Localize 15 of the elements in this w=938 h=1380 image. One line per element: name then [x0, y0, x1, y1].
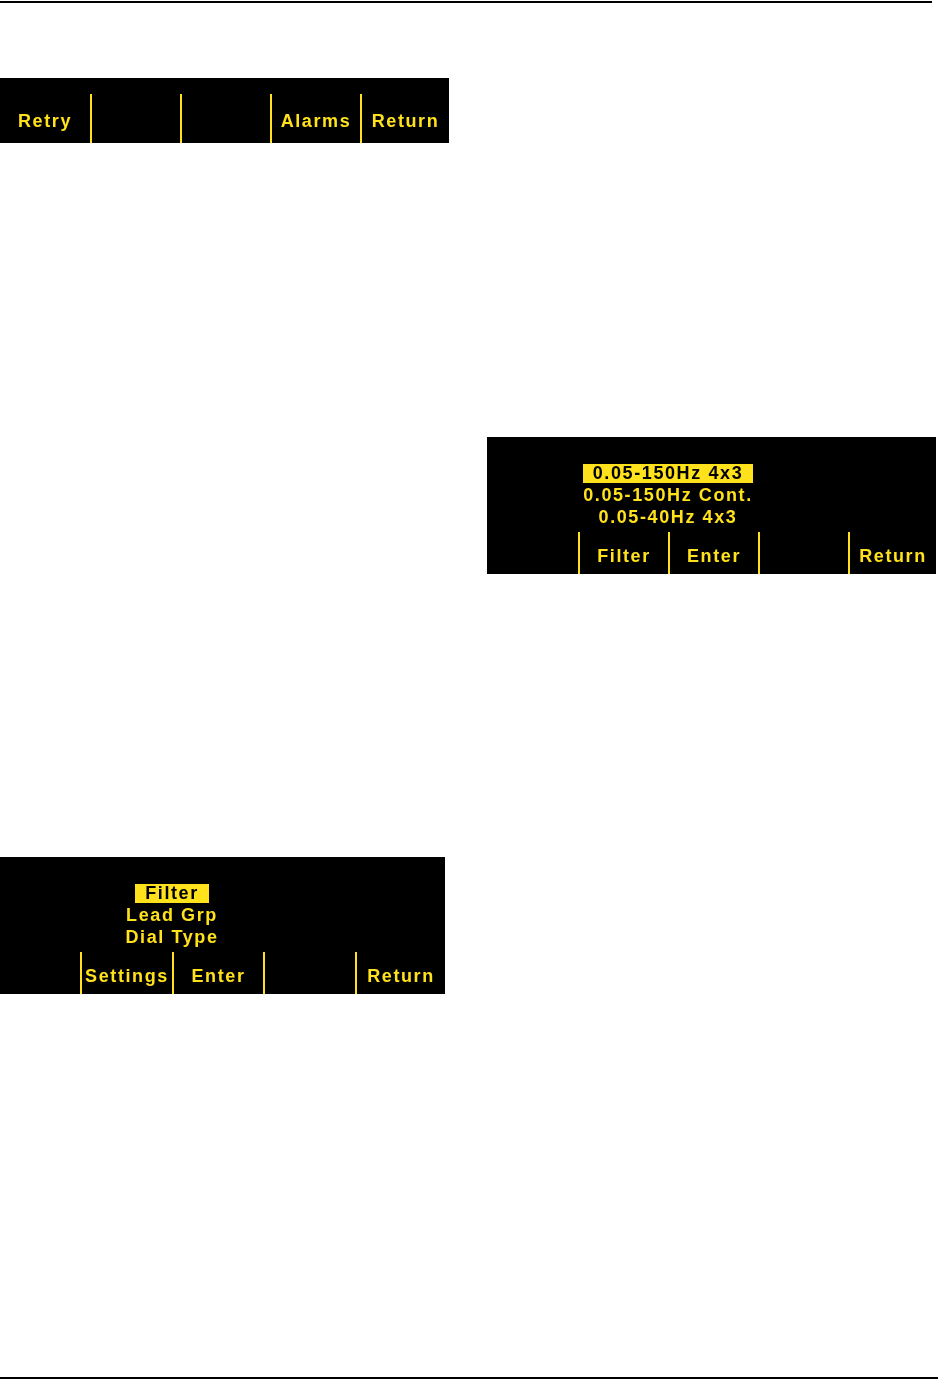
softkey[interactable]: Settings	[85, 965, 169, 987]
softkey[interactable]: Return	[859, 545, 927, 567]
softkey[interactable]: Filter	[597, 545, 651, 567]
menu-item[interactable]: Lead Grp	[116, 905, 228, 925]
menu-item[interactable]: 0.05-40Hz 4x3	[588, 507, 748, 527]
softkey[interactable]: Return	[371, 111, 440, 132]
softkey[interactable]: Enter	[191, 965, 246, 987]
menu-item[interactable]: Filter	[135, 883, 209, 903]
softkey[interactable]: Retry	[18, 111, 72, 132]
softkey[interactable]: Return	[367, 965, 435, 987]
menu-item[interactable]: Dial Type	[115, 927, 229, 947]
menu-item[interactable]: 0.05-150Hz Cont.	[573, 485, 763, 505]
menu-item[interactable]: 0.05-150Hz 4x3	[582, 463, 754, 483]
softkey[interactable]: Enter	[687, 545, 741, 567]
softkey[interactable]: Alarms	[280, 111, 352, 132]
